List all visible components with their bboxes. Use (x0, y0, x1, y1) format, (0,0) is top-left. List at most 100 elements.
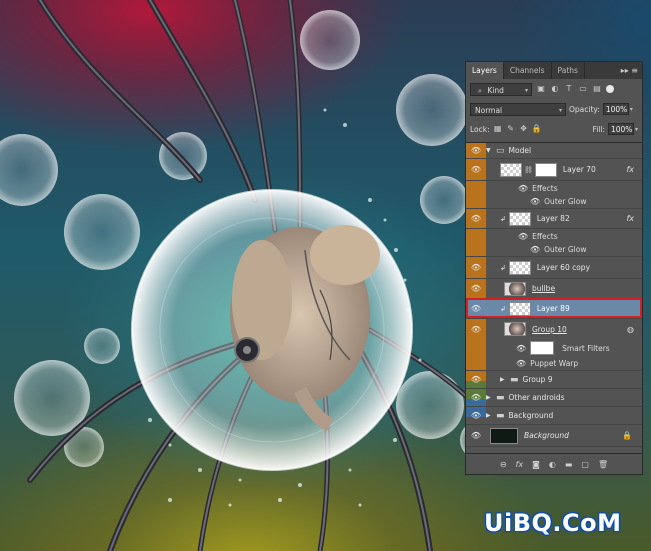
chevron-down-icon[interactable]: ▼ (486, 147, 492, 154)
eye-icon[interactable]: 👁 (516, 359, 526, 368)
layer-row-layer-60-copy[interactable]: 👁 ↲ Layer 60 copy (466, 257, 642, 279)
lock-transparent-icon[interactable]: ▦ (493, 124, 503, 134)
visibility-toggle[interactable]: 👁 (466, 143, 486, 158)
folder-icon: ▬ (496, 410, 505, 421)
layer-thumbnail (508, 211, 531, 226)
layer-name: Background (524, 431, 569, 440)
layer-row-effects[interactable]: 👁 Effects (466, 181, 642, 195)
eye-icon: 👁 (470, 393, 482, 402)
layer-row-puppet-warp[interactable]: 👁 Puppet Warp (466, 357, 642, 371)
eye-icon: 👁 (470, 214, 482, 223)
chain-link-icon[interactable]: ⛓ (524, 166, 533, 174)
layer-row-group-10[interactable]: 👁 Group 10 ◍ (466, 319, 642, 339)
eye-icon[interactable]: 👁 (518, 184, 528, 193)
new-group-icon[interactable]: ▬ (565, 460, 573, 469)
visibility-toggle[interactable]: 👁 (466, 319, 486, 339)
eye-icon: 👁 (470, 165, 482, 174)
layer-row-group-model[interactable]: 👁 ▼ ▭ Model (466, 143, 642, 159)
panel-menu-icon[interactable]: ▸▸ ≡ (621, 62, 638, 79)
layers-panel: Layers Channels Paths ▸▸ ≡ ⌕ Kind ▾ ▣ ◐ … (465, 61, 643, 475)
layer-row-background[interactable]: 👁 Background 🔒 (466, 425, 642, 447)
smart-filters-label: Smart Filters (562, 343, 610, 353)
lock-position-icon[interactable]: ✥ (519, 124, 529, 134)
folder-icon: ▬ (496, 392, 505, 403)
fx-icon[interactable]: fx (626, 214, 634, 223)
eye-icon: 👁 (470, 146, 482, 155)
filter-label: Puppet Warp (530, 359, 579, 368)
eye-icon[interactable]: 👁 (530, 245, 540, 254)
visibility-toggle[interactable]: 👁 (466, 279, 486, 298)
lock-image-icon[interactable]: ✎ (506, 124, 516, 134)
trash-icon[interactable]: 🗑 (598, 460, 608, 469)
layer-row-background-group[interactable]: 👁 ▶ ▬ Background (466, 407, 642, 425)
smart-object-icon[interactable]: ◍ (627, 325, 634, 334)
eye-icon: 👁 (470, 411, 482, 420)
layer-row-layer-70[interactable]: 👁 ⛓ Layer 70 fx (466, 159, 642, 181)
layer-mask-thumbnail[interactable] (534, 162, 557, 177)
filter-kind-select[interactable]: ⌕ Kind ▾ (470, 82, 532, 96)
eye-icon[interactable]: 👁 (516, 344, 526, 353)
layer-row-smart-filters[interactable]: 👁 Smart Filters (466, 339, 642, 357)
panel-footer: ⊖ fx ◙ ◐ ▬ ▢ 🗑 (466, 453, 642, 474)
filter-row: ⌕ Kind ▾ ▣ ◐ T ▭ ▤ (466, 79, 642, 99)
filter-pixel-icon[interactable]: ▣ (536, 84, 546, 94)
chevron-right-icon[interactable]: ▶ (486, 394, 492, 401)
add-mask-icon[interactable]: ◙ (532, 460, 540, 469)
visibility-toggle[interactable]: 👁 (466, 371, 486, 388)
watermark: UiBQ.CoM (478, 507, 648, 541)
blend-row: Normal ▾ Opacity: 100% ▾ (466, 99, 642, 119)
eye-icon[interactable]: 👁 (530, 197, 540, 206)
layer-name: bullbe (532, 284, 556, 293)
visibility-toggle[interactable]: 👁 (466, 425, 486, 446)
chevron-down-icon[interactable]: ▾ (630, 106, 633, 113)
visibility-toggle[interactable]: 👁 (466, 299, 486, 318)
visibility-toggle[interactable]: 👁 (466, 209, 486, 228)
smart-object-thumbnail (504, 322, 526, 336)
opacity-input[interactable]: 100% (602, 103, 629, 115)
fill-input[interactable]: 100% (607, 123, 634, 135)
search-icon: ⌕ (478, 86, 482, 95)
fx-icon[interactable]: fx (516, 460, 524, 469)
clipping-arrow-icon: ↲ (500, 304, 506, 313)
filter-shape-icon[interactable]: ▭ (578, 84, 588, 94)
chevron-right-icon[interactable]: ▶ (486, 412, 492, 419)
panel-tabs: Layers Channels Paths ▸▸ ≡ (466, 62, 642, 79)
visibility-toggle[interactable]: 👁 (466, 159, 486, 180)
layer-row-layer-82[interactable]: 👁 ↲ Layer 82 fx (466, 209, 642, 229)
chevron-down-icon[interactable]: ▾ (635, 126, 638, 133)
layer-row-outer-glow[interactable]: 👁 Outer Glow (466, 195, 642, 209)
layer-row-outer-glow[interactable]: 👁 Outer Glow (466, 243, 642, 257)
layer-row-effects[interactable]: 👁 Effects (466, 229, 642, 243)
adjustment-layer-icon[interactable]: ◐ (549, 460, 556, 469)
visibility-toggle[interactable]: 👁 (466, 389, 486, 406)
layer-thumbnail (504, 281, 526, 296)
filter-kind-value: Kind (487, 85, 504, 95)
new-layer-icon[interactable]: ▢ (581, 460, 589, 469)
lock-all-icon[interactable]: 🔒 (532, 124, 542, 134)
filter-type-icon[interactable]: T (564, 84, 574, 94)
tab-paths[interactable]: Paths (552, 62, 585, 79)
filter-smart-icon[interactable]: ▤ (592, 84, 602, 94)
tab-channels[interactable]: Channels (504, 62, 552, 79)
fx-icon[interactable]: fx (626, 165, 634, 174)
folder-icon: ▬ (510, 374, 519, 385)
filter-toggle-icon[interactable] (606, 85, 614, 93)
layer-row-other-androids[interactable]: 👁 ▶ ▬ Other androids (466, 389, 642, 407)
fill-label: Fill: (592, 124, 605, 134)
effect-label: Outer Glow (544, 245, 587, 254)
visibility-toggle[interactable]: 👁 (466, 257, 486, 278)
eye-icon[interactable]: 👁 (518, 232, 528, 241)
lock-label: Lock: (470, 124, 490, 134)
filter-adjustment-icon[interactable]: ◐ (550, 84, 560, 94)
visibility-toggle[interactable]: 👁 (466, 407, 486, 424)
chevron-down-icon: ▾ (558, 106, 562, 114)
filter-mask-thumbnail[interactable] (530, 341, 555, 355)
layer-row-group-9[interactable]: 👁 ▶ ▬ Group 9 (466, 371, 642, 389)
chevron-right-icon[interactable]: ▶ (500, 376, 506, 383)
watermark-text: UiBQ.CoM (484, 509, 622, 537)
blend-mode-select[interactable]: Normal ▾ (470, 102, 566, 116)
layer-row-layer-89-selected[interactable]: 👁 ↲ Layer 89 (466, 299, 642, 319)
link-layers-icon[interactable]: ⊖ (500, 460, 507, 469)
layer-row-bullbe[interactable]: 👁 bullbe (466, 279, 642, 299)
tab-layers[interactable]: Layers (466, 62, 504, 79)
